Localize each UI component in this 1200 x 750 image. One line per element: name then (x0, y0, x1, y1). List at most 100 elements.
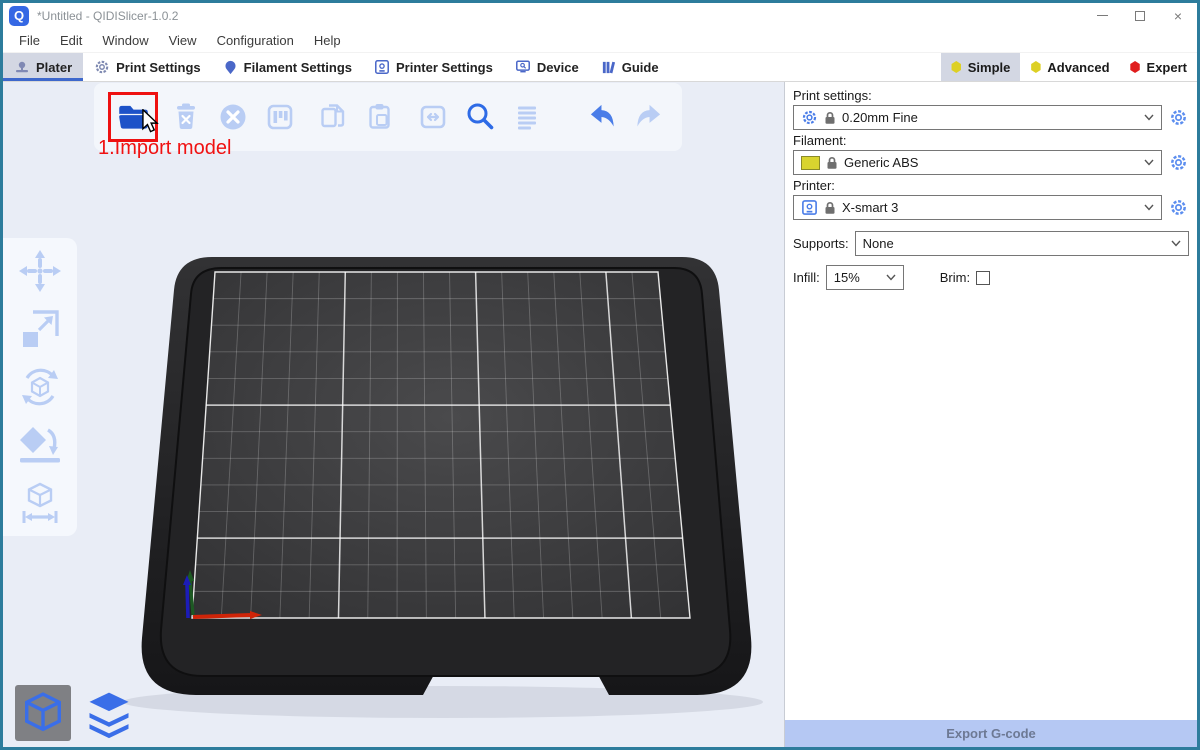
gear-icon (1169, 153, 1188, 172)
arrange-icon (263, 100, 297, 134)
lock-icon (824, 201, 836, 215)
printer-icon (374, 59, 390, 75)
copy-button[interactable] (314, 98, 352, 136)
minimize-button[interactable] (1083, 3, 1121, 28)
gear-icon (1169, 108, 1188, 127)
3d-editor-cube-icon (19, 689, 67, 737)
search-button[interactable] (461, 98, 499, 136)
printer-gear-button[interactable] (1167, 197, 1189, 219)
preview-button[interactable] (81, 685, 137, 741)
main-area: 1.Import model (3, 82, 1197, 747)
build-plate (3, 82, 784, 747)
delete-icon (169, 100, 203, 134)
3d-editor-view-button[interactable] (15, 685, 71, 741)
maximize-icon (1135, 11, 1145, 21)
tab-device[interactable]: Device (504, 53, 590, 81)
export-gcode-button[interactable]: Export G-code (785, 720, 1197, 747)
plater-icon (14, 59, 30, 75)
mode-expert-button[interactable]: Expert (1120, 53, 1197, 81)
measure-icon (17, 480, 63, 526)
printer-value: X-smart 3 (842, 200, 1138, 215)
chevron-down-icon (1171, 240, 1181, 247)
gear-icon (1169, 198, 1188, 217)
window-controls: × (1083, 3, 1197, 28)
tab-filament-settings[interactable]: Filament Settings (212, 53, 363, 81)
arrange-button[interactable] (261, 98, 299, 136)
minimize-icon (1097, 15, 1108, 17)
tab-print-settings[interactable]: Print Settings (83, 53, 212, 81)
tab-label: Print Settings (116, 60, 201, 75)
undo-button[interactable] (583, 98, 621, 136)
split-button[interactable] (414, 98, 452, 136)
move-icon (17, 248, 63, 294)
delete-button[interactable] (167, 98, 205, 136)
tab-guide[interactable]: Guide (590, 53, 670, 81)
mode-label: Simple (968, 60, 1011, 75)
menu-view[interactable]: View (159, 33, 207, 48)
mode-label: Expert (1147, 60, 1187, 75)
chevron-down-icon (1144, 114, 1154, 121)
filament-gear-button[interactable] (1167, 152, 1189, 174)
advanced-mode-dot-icon (1030, 61, 1041, 73)
delete-all-button[interactable] (214, 98, 252, 136)
tab-label: Filament Settings (244, 60, 352, 75)
layers-list-button[interactable] (508, 98, 546, 136)
app-window: Q *Untitled - QIDISlicer-1.0.2 × File Ed… (0, 0, 1200, 750)
rotate-icon (17, 364, 63, 410)
measure-tool-button[interactable] (17, 480, 63, 526)
move-tool-button[interactable] (17, 248, 63, 294)
infill-row: Infill: 15% Brim: (793, 265, 1189, 290)
printer-label: Printer: (793, 178, 1189, 193)
mode-advanced-button[interactable]: Advanced (1020, 53, 1119, 81)
tab-label: Printer Settings (396, 60, 493, 75)
menu-bar: File Edit Window View Configuration Help (3, 28, 1197, 53)
chevron-down-icon (1144, 159, 1154, 166)
lock-icon (826, 156, 838, 170)
brim-checkbox[interactable] (976, 271, 990, 285)
scale-icon (17, 306, 63, 352)
place-on-face-tool-button[interactable] (17, 422, 63, 468)
menu-help[interactable]: Help (304, 33, 351, 48)
3d-viewport[interactable]: 1.Import model (3, 82, 784, 747)
window-title: *Untitled - QIDISlicer-1.0.2 (37, 9, 1083, 23)
filament-label: Filament: (793, 133, 1189, 148)
filament-dropdown[interactable]: Generic ABS (793, 150, 1162, 175)
redo-icon (631, 99, 667, 135)
maximize-button[interactable] (1121, 3, 1159, 28)
infill-value: 15% (834, 270, 880, 285)
preview-layers-icon (83, 687, 135, 739)
gear-icon (801, 109, 818, 126)
annotation-import-model: 1.Import model (98, 137, 231, 160)
infill-label: Infill: (793, 270, 820, 285)
close-button[interactable]: × (1159, 3, 1197, 28)
print-settings-gear-button[interactable] (1167, 107, 1189, 129)
copy-icon (316, 100, 350, 134)
paste-button[interactable] (361, 98, 399, 136)
tab-label: Plater (36, 60, 72, 75)
printer-icon (801, 199, 818, 216)
tab-printer-settings[interactable]: Printer Settings (363, 53, 504, 81)
supports-dropdown[interactable]: None (855, 231, 1189, 256)
menu-window[interactable]: Window (92, 33, 158, 48)
filament-value: Generic ABS (844, 155, 1138, 170)
filament-icon (223, 60, 238, 75)
print-settings-dropdown[interactable]: 0.20mm Fine (793, 105, 1162, 130)
delete-all-icon (216, 100, 250, 134)
menu-file[interactable]: File (9, 33, 50, 48)
mode-label: Advanced (1047, 60, 1109, 75)
print-settings-label: Print settings: (793, 88, 1189, 103)
settings-panel: Print settings: 0.20mm Fine Filament: Ge… (784, 82, 1197, 747)
tab-label: Guide (622, 60, 659, 75)
rotate-tool-button[interactable] (17, 364, 63, 410)
menu-edit[interactable]: Edit (50, 33, 92, 48)
menu-configuration[interactable]: Configuration (207, 33, 304, 48)
tab-label: Device (537, 60, 579, 75)
mode-simple-button[interactable]: Simple (941, 53, 1021, 81)
printer-dropdown[interactable]: X-smart 3 (793, 195, 1162, 220)
scale-tool-button[interactable] (17, 306, 63, 352)
tab-bar: Plater Print Settings Filament Settings … (3, 53, 1197, 82)
tab-plater[interactable]: Plater (3, 53, 83, 81)
device-icon (515, 59, 531, 75)
infill-dropdown[interactable]: 15% (826, 265, 904, 290)
redo-button[interactable] (630, 98, 668, 136)
